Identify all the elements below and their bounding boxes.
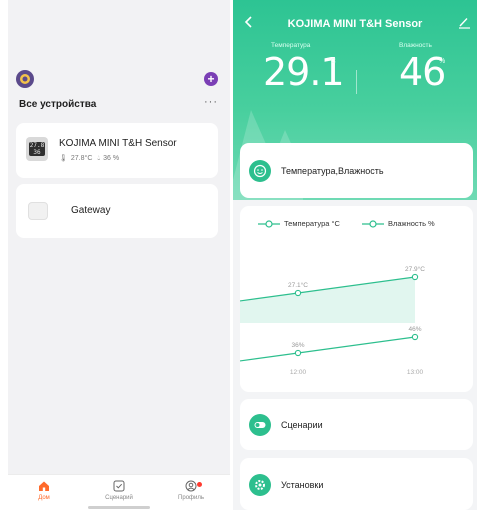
legend-temperature: Температура °C (258, 219, 340, 228)
settings-card[interactable]: Установки (240, 458, 473, 510)
sensor-screen: 27.8 36 (29, 142, 45, 156)
x-tick-label: 13:00 (407, 369, 424, 376)
device-card-gateway[interactable]: Gateway (16, 184, 218, 238)
sensor-thumbnail: 27.8 36 (26, 137, 48, 161)
data-label: 27.9°C (405, 265, 425, 273)
series-area (240, 277, 415, 323)
tab-label: Профиль (178, 495, 204, 501)
history-chart-card: Температура °C Влажность % 27.1°C 27.9°C 3… (240, 206, 473, 392)
summary-card[interactable]: Температура,Влажность (240, 143, 473, 198)
temperature-unit: °C (328, 58, 336, 65)
home-icon (39, 481, 49, 491)
history-chart: 27.1°C 27.9°C 36% 46% 12:00 13:00 (240, 265, 425, 376)
thermometer-icon: 🌡︎ (59, 155, 68, 162)
data-label: 46% (408, 326, 421, 333)
data-point (411, 333, 419, 341)
summary-label: Температура,Влажность (281, 166, 384, 176)
legend-line-icon (362, 219, 384, 228)
humidity-unit: % (439, 58, 446, 65)
home-screen: + Все устройства ··· 27.8 36 KOJIMA MINI… (8, 0, 230, 510)
tab-scenes[interactable]: Сценарий (89, 479, 149, 501)
hero-divider (356, 70, 357, 94)
data-point (294, 289, 302, 297)
device-detail-screen: KOJIMA MINI T&H Sensor Температура Влажн… (233, 0, 477, 510)
humidity-label: Влажность (399, 42, 432, 49)
gateway-thumbnail (28, 202, 48, 220)
legend-humidity: Влажность % (362, 219, 435, 228)
series-line (240, 336, 416, 362)
data-label: 27.1°C (288, 281, 308, 289)
temperature-value: 29.1 (263, 50, 345, 94)
more-options-button[interactable]: ··· (204, 96, 218, 108)
toggle-icon (249, 414, 271, 436)
droplet-icon: 💧︎ (97, 155, 101, 162)
face-icon (249, 160, 271, 182)
home-emblem-icon (20, 74, 30, 84)
device-temp: 27.8°C (70, 155, 93, 162)
device-readings: 🌡︎ 27.8°C 💧︎ 36 % (59, 154, 122, 163)
legend-label: Температура °C (284, 219, 340, 228)
data-point (411, 273, 419, 281)
temperature-label: Температура (271, 42, 311, 49)
notification-badge (197, 482, 202, 487)
scene-icon (113, 480, 125, 492)
tab-label: Сценарий (105, 495, 133, 501)
bottom-tab-bar: Дом Сценарий Профиль (8, 474, 230, 510)
device-card-sensor[interactable]: 27.8 36 KOJIMA MINI T&H Sensor 🌡︎ 27.8°C … (16, 123, 218, 178)
scenarios-label: Сценарии (281, 420, 323, 430)
tab-label: Дом (38, 495, 50, 501)
scenarios-card[interactable]: Сценарии (240, 399, 473, 450)
gear-icon (249, 474, 271, 496)
settings-label: Установки (281, 480, 324, 490)
device-name: Gateway (71, 205, 111, 216)
profile-icon (185, 480, 197, 492)
humidity-value: 46 (399, 50, 446, 94)
home-indicator (88, 506, 150, 509)
tab-profile[interactable]: Профиль (161, 479, 221, 501)
device-title: KOJIMA MINI T&H Sensor (287, 18, 423, 30)
add-device-button[interactable]: + (204, 72, 218, 86)
device-humidity: 36 % (103, 155, 120, 162)
x-tick-label: 12:00 (290, 369, 307, 376)
tab-home[interactable]: Дом (14, 479, 74, 501)
data-point (294, 349, 302, 357)
legend-label: Влажность % (388, 219, 435, 228)
home-avatar[interactable] (16, 70, 34, 88)
page-title: Все устройства (19, 99, 97, 110)
device-name: KOJIMA MINI T&H Sensor (59, 138, 177, 149)
edit-icon[interactable] (457, 15, 471, 29)
data-label: 36% (291, 342, 304, 349)
legend-line-icon (258, 219, 280, 228)
